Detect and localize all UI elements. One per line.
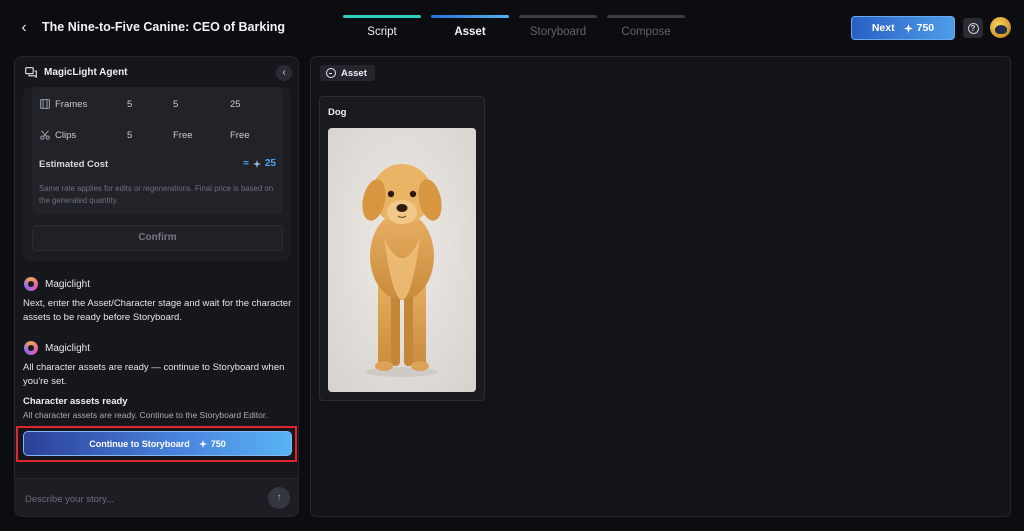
step-progress-bar [431, 15, 509, 18]
sparkle-icon [903, 23, 913, 33]
message-text: All character assets are ready — continu… [23, 362, 285, 387]
next-button-label: Next [871, 22, 895, 34]
scissors-icon [40, 130, 50, 140]
step-label: Compose [621, 26, 671, 38]
ready-title: Character assets ready [23, 396, 128, 407]
project-title: The Nine-to-Five Canine: CEO of Barking [42, 20, 286, 34]
next-cost-value: 750 [916, 22, 935, 34]
ready-subtitle: All character assets are ready. Continue… [23, 410, 268, 420]
cost-row-count: 5 [127, 99, 133, 110]
asset-tab[interactable]: Asset [320, 65, 375, 81]
film-frame-icon [40, 99, 50, 109]
estimated-cost-row: Estimated Cost ≈ 25 [32, 157, 283, 173]
step-label: Asset [454, 26, 486, 38]
send-button[interactable]: ↑ [268, 487, 290, 509]
character-face-icon [326, 68, 336, 78]
agent-header: MagicLight Agent ‹ [15, 57, 298, 89]
step-label: Storyboard [529, 26, 587, 38]
step-asset[interactable]: Asset [431, 15, 509, 38]
collapse-panel-button[interactable]: ‹ [276, 65, 292, 81]
cost-row-frames: Frames 5 5 25 [32, 95, 283, 115]
cost-row-name: Clips [55, 130, 77, 141]
cta-label: Continue to Storyboard [89, 438, 190, 449]
step-storyboard[interactable]: Storyboard [519, 15, 597, 38]
asset-tab-label: Asset [341, 67, 367, 79]
story-input[interactable] [25, 491, 255, 507]
step-script[interactable]: Script [343, 15, 421, 38]
back-arrow-icon[interactable]: ‹ [14, 18, 34, 38]
message-sender: Magiclight [45, 278, 91, 290]
cta-cost: 750 [198, 438, 226, 449]
chevron-left-icon: ‹ [282, 67, 286, 78]
cost-row-name: Frames [55, 99, 88, 110]
magiclight-logo-icon [24, 277, 38, 291]
step-progress-bar [607, 15, 685, 18]
chat-bubbles-icon [25, 67, 37, 79]
estimated-cost-number: 25 [264, 158, 276, 169]
step-compose[interactable]: Compose [607, 15, 685, 38]
confirm-button[interactable]: Confirm [32, 225, 283, 251]
next-cost: 750 [903, 22, 935, 34]
top-header: ‹ The Nine-to-Five Canine: CEO of Barkin… [0, 0, 1024, 56]
cost-row-unit-price: 5 [173, 99, 179, 110]
asset-card[interactable]: Dog [319, 96, 485, 401]
approx-symbol: ≈ [243, 158, 249, 169]
asset-name: Dog [328, 107, 347, 118]
agent-title: MagicLight Agent [44, 67, 128, 78]
cost-row-total: Free [230, 130, 250, 141]
story-input-area: ↑ [15, 478, 298, 516]
stage-stepper: Script Asset Storyboard Compose [343, 15, 685, 38]
help-button[interactable]: ? [963, 18, 983, 38]
cost-estimate-card: Frames 5 5 25 Clips 5 Free Free Estimate… [23, 87, 291, 261]
message-header: Magiclight [24, 340, 90, 356]
help-icon: ? [967, 22, 979, 34]
estimated-cost-value: ≈ 25 [243, 158, 276, 169]
cost-table: Frames 5 5 25 Clips 5 Free Free Estimate… [32, 87, 283, 215]
sparkle-icon [252, 159, 261, 168]
avatar[interactable] [990, 17, 1011, 38]
agent-panel: MagicLight Agent ‹ Frames 5 5 25 Clips 5… [14, 56, 299, 517]
sparkle-icon [198, 439, 207, 448]
cost-row-clips: Clips 5 Free Free [32, 126, 283, 146]
estimated-cost-label: Estimated Cost [39, 159, 109, 170]
magiclight-logo-icon [24, 341, 38, 355]
message-header: Magiclight [24, 276, 90, 292]
message-text: Next, enter the Asset/Character stage an… [23, 298, 292, 323]
continue-to-storyboard-button[interactable]: Continue to Storyboard 750 [23, 431, 292, 456]
puppy-illustration [328, 128, 476, 392]
step-label: Script [367, 26, 397, 38]
cost-row-count: 5 [127, 130, 133, 141]
asset-panel: Asset Dog [310, 56, 1011, 517]
step-progress-bar [343, 15, 421, 18]
message-sender: Magiclight [45, 342, 91, 354]
cost-row-total: 25 [230, 99, 241, 110]
cta-cost-value: 750 [210, 438, 226, 449]
step-progress-bar [519, 15, 597, 18]
arrow-up-icon: ↑ [276, 492, 282, 503]
cost-row-unit-price: Free [173, 130, 193, 141]
pricing-note: Same rate applies for edits or regenerat… [39, 184, 274, 205]
next-button[interactable]: Next 750 [851, 16, 955, 40]
dog-image [328, 128, 476, 392]
